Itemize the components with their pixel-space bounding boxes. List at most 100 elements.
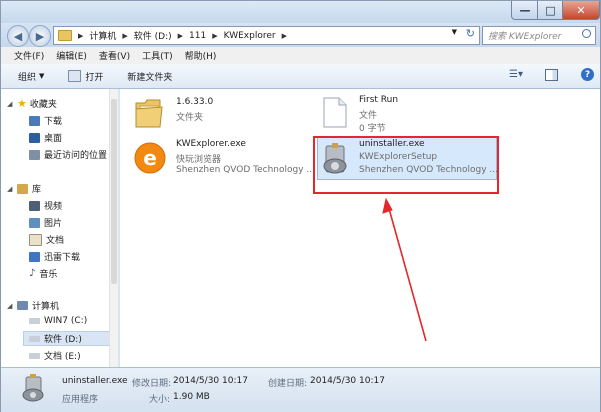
- sidebar-library[interactable]: ◢ 库: [7, 182, 41, 195]
- open-button[interactable]: 打开: [68, 70, 103, 83]
- back-button[interactable]: ◀: [7, 25, 29, 47]
- new-folder-label: 新建文件夹: [127, 72, 173, 83]
- menu-bar: 文件(F) 编辑(E) 查看(V) 工具(T) 帮助(H): [1, 47, 600, 64]
- breadcrumb-drive-d[interactable]: 软件 (D:): [134, 29, 172, 42]
- breadcrumb-computer[interactable]: 计算机: [89, 29, 116, 42]
- new-folder-button[interactable]: 新建文件夹: [127, 70, 172, 83]
- navigation-pane: ◢ ★ 收藏夹 下载 桌面 最近访问的位置 ◢ 库 视频 图片 文档 迅雷下载 …: [1, 89, 117, 367]
- sidebar-item-music[interactable]: ♪ 音乐: [29, 267, 57, 280]
- sidebar-favorites-label: 收藏夹: [29, 100, 57, 110]
- open-app-icon: [68, 70, 82, 82]
- sidebar-item-label: WIN7 (C:): [44, 316, 88, 326]
- chevron-right-icon: ▶: [212, 31, 218, 40]
- address-bar[interactable]: ▶ 计算机 ▶ 软件 (D:) ▶ 111 ▶ KWExplorer ▶ ▼ ↻: [53, 26, 480, 45]
- sidebar-item-label: 下载: [44, 117, 63, 127]
- expand-icon[interactable]: ◢: [7, 185, 17, 193]
- organize-label: 组织: [18, 72, 37, 83]
- sidebar-item-label: 最近访问的位置: [44, 151, 108, 161]
- chevron-down-icon: ▼: [39, 72, 45, 80]
- sidebar-scrollbar[interactable]: [109, 89, 118, 367]
- search-icon[interactable]: [582, 29, 591, 38]
- chevron-right-icon: ▶: [177, 31, 184, 40]
- preview-pane-icon[interactable]: [545, 69, 558, 81]
- search-input[interactable]: 搜索 KWExplorer: [482, 26, 596, 45]
- picture-icon: [29, 217, 40, 228]
- sidebar-item-documents[interactable]: 文档: [29, 233, 64, 246]
- sidebar-favorites[interactable]: ◢ ★ 收藏夹: [7, 97, 57, 110]
- uninstaller-icon: [22, 374, 44, 402]
- drive-icon: [29, 335, 40, 342]
- sidebar-item-downloads[interactable]: 下载: [29, 114, 62, 127]
- minimize-button[interactable]: —: [511, 1, 539, 20]
- download-icon: [29, 115, 40, 126]
- drive-icon: [29, 318, 40, 324]
- thunder-download-icon: [29, 251, 40, 262]
- chevron-right-icon: ▶: [78, 31, 84, 40]
- sidebar-item-label: 文档: [46, 236, 65, 246]
- details-modified-value: 2014/5/30 10:17: [173, 376, 248, 386]
- video-icon: [29, 200, 40, 211]
- computer-icon: [17, 301, 28, 310]
- sidebar-item-recent[interactable]: 最近访问的位置: [29, 148, 107, 161]
- sidebar-computer-label: 计算机: [32, 302, 60, 312]
- address-dropdown-icon[interactable]: ▼: [452, 28, 457, 36]
- desktop-icon: [29, 132, 40, 143]
- details-size-value: 1.90 MB: [173, 392, 210, 402]
- breadcrumb-kwexplorer[interactable]: KWExplorer: [224, 31, 276, 41]
- sidebar-item-videos[interactable]: 视频: [29, 199, 62, 212]
- open-label: 打开: [85, 72, 104, 83]
- explorer-window: — □ ✕ ◀ ▶ ▶ 计算机 ▶ 软件 (D:) ▶ 111 ▶ KWExpl…: [0, 0, 601, 412]
- menu-edit[interactable]: 编辑(E): [56, 49, 87, 62]
- music-icon: ♪: [29, 268, 36, 279]
- menu-tools[interactable]: 工具(T): [142, 49, 173, 62]
- sidebar-item-drive-e[interactable]: 文档 (E:): [29, 349, 81, 362]
- maximize-button[interactable]: □: [537, 1, 564, 20]
- organize-button[interactable]: 组织 ▼: [18, 70, 44, 83]
- forward-arrow-icon: ▶: [35, 29, 45, 43]
- scrollbar-thumb[interactable]: [111, 99, 117, 284]
- menu-help[interactable]: 帮助(H): [185, 49, 217, 62]
- sidebar-item-label: 音乐: [39, 270, 58, 280]
- expand-icon[interactable]: ◢: [7, 100, 17, 108]
- details-created-value: 2014/5/30 10:17: [310, 376, 385, 386]
- details-file-type: 应用程序: [62, 395, 99, 405]
- close-button[interactable]: ✕: [562, 1, 600, 20]
- sidebar-item-thunder-downloads[interactable]: 迅雷下载: [29, 250, 80, 263]
- sidebar-computer[interactable]: ◢ 计算机: [7, 299, 59, 312]
- sidebar-item-label: 文档 (E:): [44, 352, 81, 362]
- refresh-icon[interactable]: ↻: [466, 27, 475, 40]
- sidebar-item-desktop[interactable]: 桌面: [29, 131, 62, 144]
- search-placeholder: 搜索 KWExplorer: [488, 32, 562, 42]
- menu-file[interactable]: 文件(F): [14, 49, 44, 62]
- document-icon: [29, 233, 42, 246]
- sidebar-item-label: 桌面: [44, 134, 63, 144]
- address-bar-area: ◀ ▶ ▶ 计算机 ▶ 软件 (D:) ▶ 111 ▶ KWExplorer ▶…: [1, 23, 600, 47]
- recent-places-icon: [29, 149, 40, 160]
- sidebar-item-pictures[interactable]: 图片: [29, 216, 62, 229]
- view-options-icon[interactable]: ☰▾: [509, 69, 523, 80]
- details-created-label: 创建日期:: [268, 379, 308, 389]
- sidebar-item-label: 视频: [44, 202, 63, 212]
- details-pane: uninstaller.exe 应用程序 修改日期: 2014/5/30 10:…: [1, 367, 600, 412]
- back-arrow-icon: ◀: [13, 29, 23, 43]
- folder-icon: [58, 30, 72, 41]
- file-list: 1.6.33.0 文件夹 First Run 文件 0 字节 e KWExplo…: [120, 89, 600, 367]
- star-icon: ★: [17, 97, 27, 110]
- annotation-arrow: [382, 197, 427, 342]
- sidebar-item-drive-c[interactable]: WIN7 (C:): [29, 316, 87, 326]
- help-icon[interactable]: ?: [581, 68, 594, 81]
- chevron-right-icon: ▶: [281, 31, 287, 40]
- drive-icon: [29, 352, 40, 359]
- sidebar-item-label: 软件 (D:): [44, 335, 82, 345]
- command-bar: 组织 ▼ 打开 新建文件夹 ☰▾ ?: [1, 64, 600, 89]
- forward-button[interactable]: ▶: [29, 25, 51, 47]
- details-size-label: 大小:: [149, 395, 171, 405]
- sidebar-library-label: 库: [32, 185, 42, 195]
- sidebar-item-drive-d[interactable]: 软件 (D:): [23, 331, 110, 346]
- breadcrumb-111[interactable]: 111: [189, 31, 206, 41]
- expand-icon[interactable]: ◢: [7, 302, 17, 310]
- title-bar: — □ ✕: [1, 1, 600, 23]
- details-file-name: uninstaller.exe: [62, 376, 128, 386]
- sidebar-item-label: 迅雷下载: [44, 253, 81, 263]
- menu-view[interactable]: 查看(V): [99, 49, 130, 62]
